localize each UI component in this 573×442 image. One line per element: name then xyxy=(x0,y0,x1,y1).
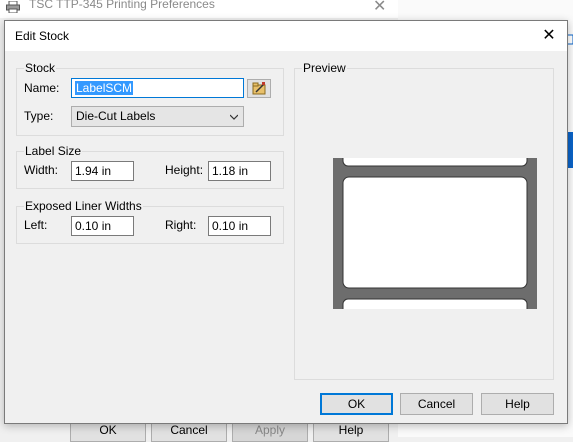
dialog-title: Edit Stock xyxy=(15,29,70,43)
dialog-titlebar: Edit Stock ✕ xyxy=(5,21,567,51)
type-select[interactable]: Die-Cut Labels xyxy=(71,106,244,127)
preview-panel xyxy=(294,68,554,380)
right-label: Right: xyxy=(165,218,197,232)
preview-label: Preview xyxy=(302,61,347,75)
edit-stock-dialog: Edit Stock ✕ Stock Name: LabelSCM Type: … xyxy=(4,20,568,424)
cancel-button[interactable]: Cancel xyxy=(400,393,473,415)
ok-button[interactable]: OK xyxy=(320,393,393,415)
printer-icon xyxy=(6,1,20,13)
label-preview-graphic xyxy=(333,158,537,309)
height-input[interactable]: 1.18 in xyxy=(208,161,271,181)
background-window-title: TSC TTP-345 Printing Preferences xyxy=(29,0,215,11)
type-label: Type: xyxy=(24,109,54,123)
label-size-group-label: Label Size xyxy=(24,144,83,158)
label-top-partial xyxy=(342,158,528,167)
right-liner-input[interactable]: 0.10 in xyxy=(208,216,271,236)
liner-widths-group-label: Exposed Liner Widths xyxy=(24,199,143,213)
name-input[interactable]: LabelSCM xyxy=(71,78,244,98)
folder-edit-icon xyxy=(252,82,266,95)
name-input-value: LabelSCM xyxy=(75,81,134,95)
type-select-value: Die-Cut Labels xyxy=(76,109,156,123)
height-label: Height: xyxy=(165,163,204,177)
close-icon[interactable]: ✕ xyxy=(531,21,567,51)
label-main xyxy=(342,176,528,289)
name-label: Name: xyxy=(24,81,60,95)
width-label: Width: xyxy=(24,163,59,177)
label-bottom-partial xyxy=(342,298,528,309)
background-titlebar: TSC TTP-345 Printing Preferences ✕ xyxy=(0,0,398,18)
background-close-icon[interactable]: ✕ xyxy=(373,0,386,16)
help-button[interactable]: Help xyxy=(481,393,554,415)
left-liner-input[interactable]: 0.10 in xyxy=(71,216,134,236)
chevron-down-icon xyxy=(230,114,238,120)
stock-group-label: Stock xyxy=(24,61,57,75)
left-label: Left: xyxy=(24,218,48,232)
width-input[interactable]: 1.94 in xyxy=(71,161,134,181)
browse-stock-button[interactable] xyxy=(247,79,271,98)
